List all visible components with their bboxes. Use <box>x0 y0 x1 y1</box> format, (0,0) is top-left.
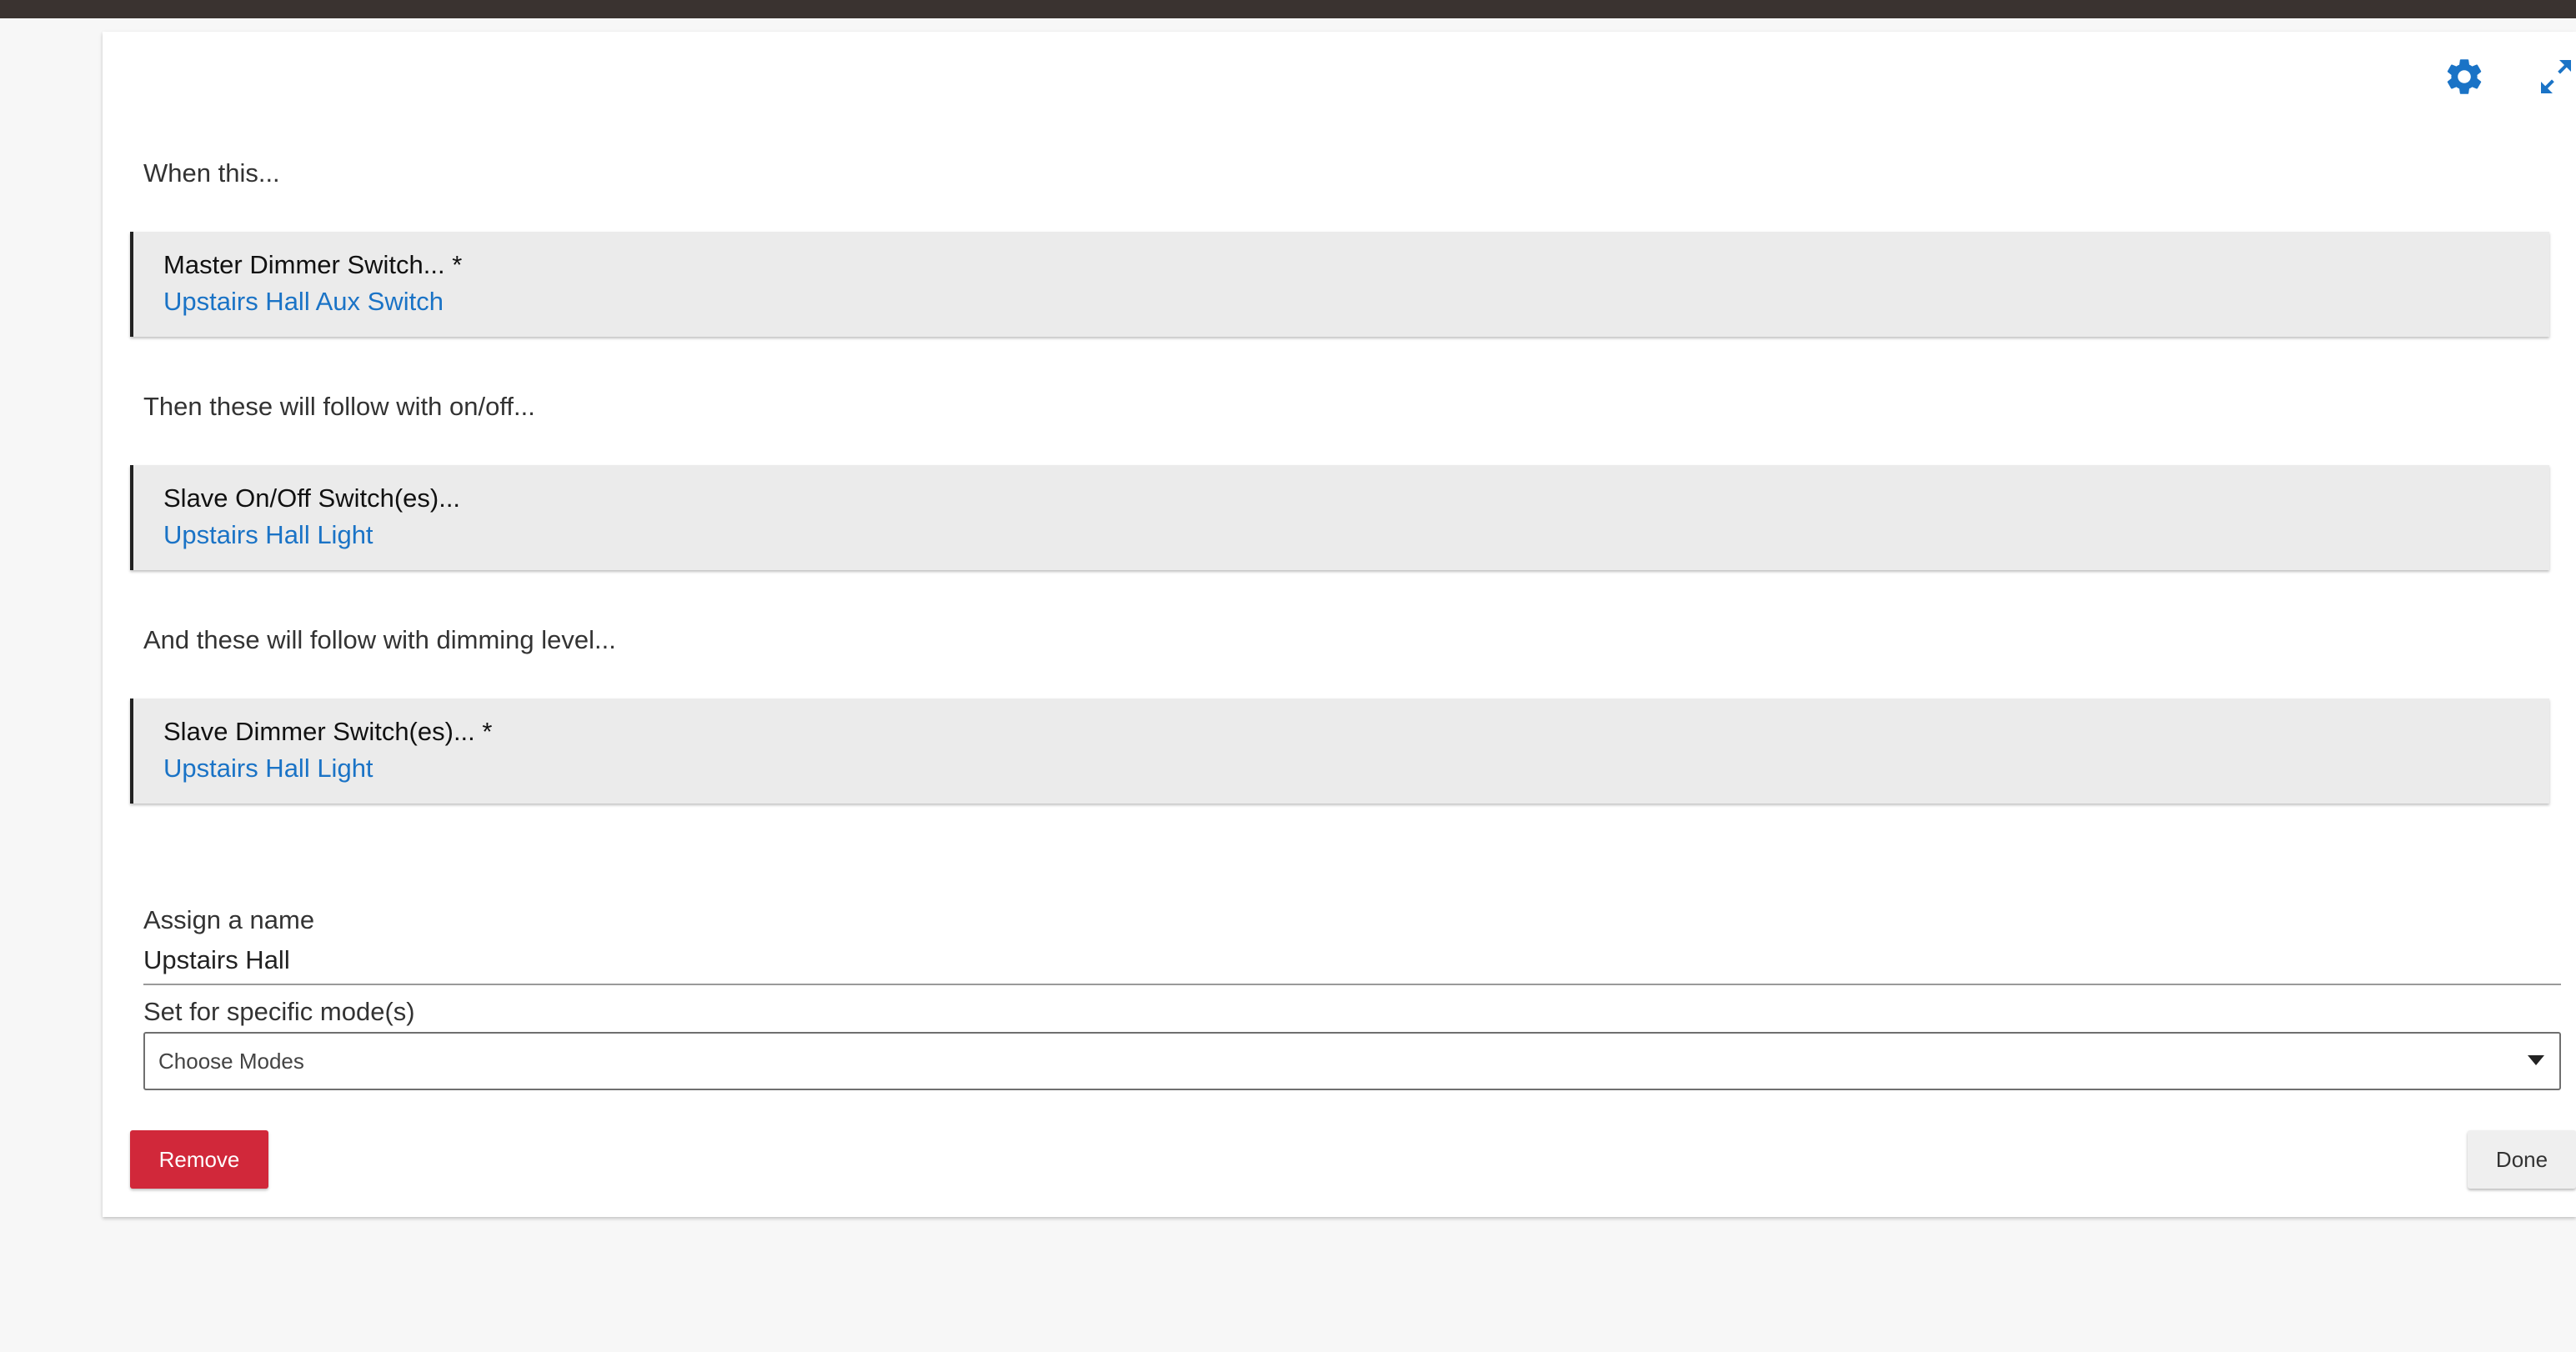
slave-onoff-title: Slave On/Off Switch(es)... <box>163 483 461 513</box>
when-this-label: When this... <box>143 158 280 188</box>
chevron-down-icon <box>2528 1055 2544 1065</box>
slave-dimmer-value[interactable]: Upstairs Hall Light <box>163 754 373 784</box>
remove-button[interactable]: Remove <box>130 1130 268 1189</box>
master-dimmer-title: Master Dimmer Switch... * <box>163 250 463 279</box>
slave-dimmer-title: Slave Dimmer Switch(es)... * <box>163 717 493 746</box>
master-dimmer-value[interactable]: Upstairs Hall Aux Switch <box>163 287 444 317</box>
name-input-underline <box>143 984 2561 985</box>
expand-arrows-icon[interactable] <box>2536 55 2576 98</box>
slave-dimmer-selector[interactable]: Slave Dimmer Switch(es)... * Upstairs Ha… <box>130 699 2549 804</box>
modes-select-value: Choose Modes <box>158 1049 304 1074</box>
assign-name-label: Assign a name <box>143 905 315 934</box>
done-button[interactable]: Done <box>2468 1130 2576 1189</box>
then-follow-label: Then these will follow with on/off... <box>143 392 535 421</box>
gear-icon[interactable] <box>2443 55 2486 98</box>
slave-onoff-selector[interactable]: Slave On/Off Switch(es)... Upstairs Hall… <box>130 465 2549 570</box>
slave-onoff-value[interactable]: Upstairs Hall Light <box>163 520 373 550</box>
master-dimmer-selector[interactable]: Master Dimmer Switch... * Upstairs Hall … <box>130 232 2549 337</box>
name-input[interactable]: Upstairs Hall <box>143 945 290 975</box>
and-follow-label: And these will follow with dimming level… <box>143 625 616 654</box>
modes-label: Set for specific mode(s) <box>143 997 415 1026</box>
modes-select[interactable]: Choose Modes <box>143 1032 2561 1090</box>
top-bar <box>0 0 2576 18</box>
